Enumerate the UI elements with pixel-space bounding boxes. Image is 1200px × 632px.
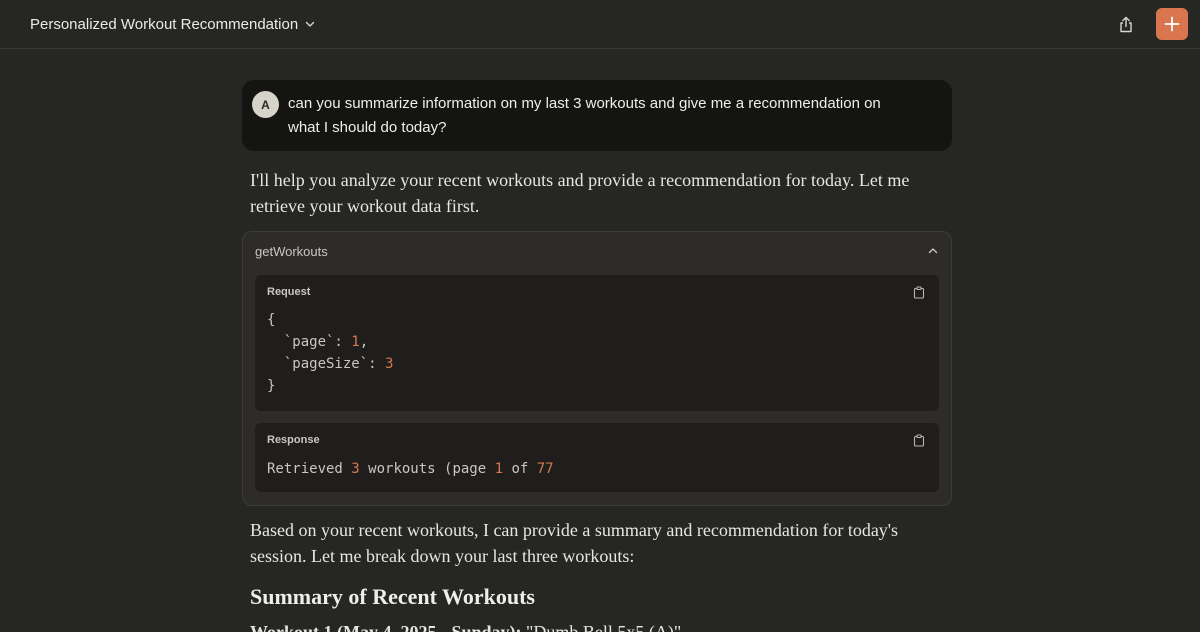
avatar: A <box>252 91 279 118</box>
chevron-up-icon[interactable] <box>927 245 939 257</box>
request-box: Request { `page`: 1, `pageSize`: 3 } <box>255 275 939 411</box>
user-message-text: can you summarize information on my last… <box>288 95 881 136</box>
user-message: A can you summarize information on my la… <box>242 80 952 151</box>
response-label: Response <box>267 434 320 446</box>
assistant-intro-text: I'll help you analyze your recent workou… <box>250 170 910 216</box>
request-code: { `page`: 1, `pageSize`: 3 } <box>267 312 394 394</box>
new-chat-button[interactable] <box>1156 8 1188 40</box>
share-icon <box>1120 16 1132 32</box>
request-label: Request <box>267 286 311 298</box>
tool-name[interactable]: getWorkouts <box>255 244 328 259</box>
plus-icon <box>1164 16 1180 32</box>
share-button[interactable] <box>1112 10 1140 38</box>
assistant-followup-text: Based on your recent workouts, I can pro… <box>250 520 899 566</box>
conversation-area[interactable]: A can you summarize information on my la… <box>0 49 1200 632</box>
conversation-title: Personalized Workout Recommendation <box>30 15 299 33</box>
tool-call-panel: getWorkouts Request { `page`: 1, `pageSi… <box>242 231 952 506</box>
workout-1-line: Workout 1 (May 4, 2025 - Sunday): "Dumb … <box>250 619 940 632</box>
top-bar: Personalized Workout Recommendation <box>0 0 1200 49</box>
clipboard-icon[interactable] <box>913 434 925 447</box>
conversation-title-menu[interactable]: Personalized Workout Recommendation <box>30 16 316 33</box>
chevron-down-icon <box>306 21 315 27</box>
workout-1-name: "Dumb Bell 5x5 (A)" <box>521 622 682 632</box>
response-text: Retrieved 3 workouts (page 1 of 77 <box>267 461 554 477</box>
response-box: Response Retrieved 3 workouts (page 1 of… <box>255 423 939 492</box>
clipboard-icon[interactable] <box>913 286 925 299</box>
workout-1-label: Workout 1 (May 4, 2025 - Sunday): <box>250 622 522 632</box>
summary-heading: Summary of Recent Workouts <box>250 584 535 609</box>
